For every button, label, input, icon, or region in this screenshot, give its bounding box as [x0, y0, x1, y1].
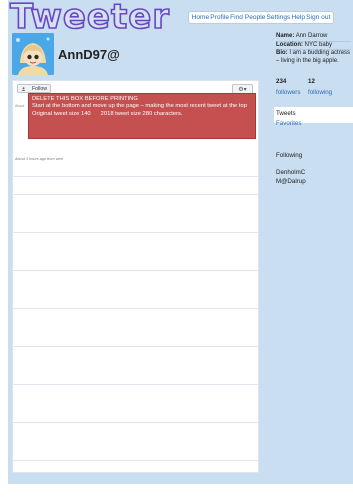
following-list: DenholmC M@Dalrup	[276, 168, 306, 186]
followers-count: 234	[276, 78, 287, 85]
location-row: Location: NYC baby	[276, 42, 351, 51]
tweet-feed: Follow ⚙▾ About DELETE THIS BOX BEFORE P…	[12, 80, 259, 473]
tweet-row-divider	[13, 176, 258, 177]
notice-original-size: Original tweet size 140	[32, 110, 91, 117]
gear-icon: ⚙▾	[238, 87, 247, 93]
notice-sizes: Original tweet size 140 2018 tweet size 2…	[32, 111, 252, 118]
tweet-timestamp: About 3 hours ago from web	[15, 157, 63, 161]
following-heading: Following	[276, 152, 303, 159]
notice-new-size: 2018 tweet size 280 characters.	[100, 110, 183, 117]
tweet-row-divider	[13, 232, 258, 233]
profile-info: Name: Ann Darrow Location: NYC baby Bio:…	[276, 33, 351, 65]
avatar	[12, 33, 54, 75]
nav-find-people[interactable]: Find People	[230, 14, 265, 21]
follow-button[interactable]: Follow	[17, 84, 51, 93]
tweet-row-divider	[13, 270, 258, 271]
tab-tweets[interactable]: Tweets	[276, 110, 296, 117]
tab-favorites[interactable]: Favorites	[276, 120, 301, 127]
tweet-row-divider	[13, 384, 258, 385]
top-nav: Home Profile Find People Settings Help S…	[188, 11, 334, 24]
follow-label: Follow	[32, 85, 47, 92]
tweet-row-divider	[13, 346, 258, 347]
tweet-row-divider	[13, 308, 258, 309]
instruction-box: DELETE THIS BOX BEFORE PRINTING Start at…	[28, 93, 256, 139]
location-value: NYC baby	[304, 41, 333, 48]
following-link[interactable]: following	[308, 89, 332, 96]
tweet-meta: About	[15, 104, 25, 108]
profile-sidebar: Name: Ann Darrow Location: NYC baby Bio:…	[274, 32, 353, 472]
following-item[interactable]: DenholmC	[276, 168, 306, 177]
name-row: Name: Ann Darrow	[276, 33, 351, 42]
profile-username: AnnD97@	[58, 47, 120, 62]
bio-label: Bio:	[276, 50, 288, 57]
person-icon	[21, 87, 26, 91]
nav-help[interactable]: Help	[291, 14, 305, 21]
name-value: Ann Darrow	[295, 33, 328, 39]
tweet-row-divider	[13, 194, 258, 195]
tweet-row-divider	[13, 460, 258, 461]
location-label: Location:	[276, 41, 303, 48]
name-label: Name:	[276, 33, 295, 39]
followers-link[interactable]: followers	[276, 89, 300, 96]
tweet-row-divider	[13, 422, 258, 423]
following-count: 12	[308, 78, 315, 85]
app-logo: Tweeter	[9, 0, 171, 38]
notice-instruction: Start at the bottom and move up the page…	[32, 103, 247, 110]
bio-value: I am a budding actress – living in the b…	[276, 50, 351, 64]
nav-profile[interactable]: Profile	[210, 14, 229, 21]
bio-row: Bio: I am a budding actress – living in …	[276, 50, 351, 65]
following-item[interactable]: M@Dalrup	[276, 177, 306, 186]
nav-home[interactable]: Home	[192, 14, 210, 21]
nav-sign-out[interactable]: Sign out	[306, 14, 330, 21]
nav-settings[interactable]: Settings	[266, 14, 290, 21]
notice-title: DELETE THIS BOX BEFORE PRINTING	[32, 96, 138, 102]
